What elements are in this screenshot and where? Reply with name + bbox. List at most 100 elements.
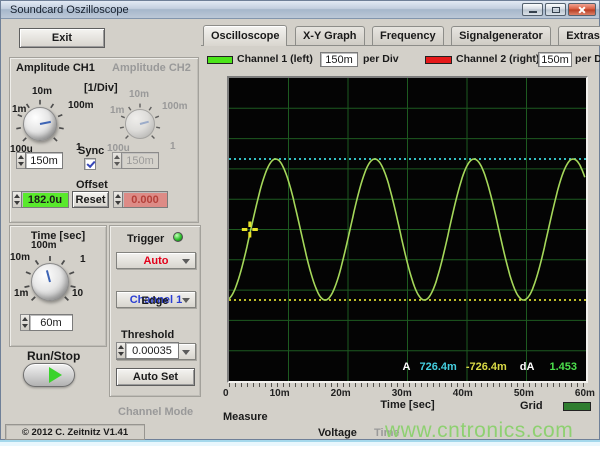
time-value[interactable]: 60m	[29, 314, 73, 331]
window-controls	[522, 3, 596, 16]
exit-button[interactable]: Exit	[19, 28, 105, 48]
minimize-button[interactable]	[522, 3, 543, 16]
spin-up-icon	[115, 194, 121, 199]
chevron-down-icon	[182, 349, 190, 355]
tab-label: Signalgenerator	[459, 30, 543, 42]
channel1-label: Channel 1 (left)	[237, 53, 313, 65]
channel1-per-div-label: per Div	[363, 53, 399, 65]
knob-scale-label: 10	[72, 288, 84, 299]
channel2-scale-field[interactable]: 150m	[538, 52, 572, 67]
x-tick: 40m	[452, 388, 473, 399]
window-title: Soundcard Oszilloscope	[10, 3, 129, 16]
scope-plot[interactable]: A 726.4m -726.4m dA 1.453	[227, 76, 588, 383]
knob-scale-label: 1	[170, 141, 176, 152]
close-button[interactable]	[568, 3, 596, 16]
channel1-scale-field[interactable]: 150m	[320, 52, 358, 67]
knob-scale-label: 10m	[10, 252, 31, 263]
offset-ch2-value[interactable]: 0.000	[122, 191, 168, 208]
channel-mode-label: Channel Mode	[118, 406, 194, 418]
tab-bar: Oscilloscope X-Y Graph Frequency Signalg…	[203, 25, 600, 46]
amplitude-ch1-stepper[interactable]: 150m	[16, 152, 63, 169]
x-tick: 10m	[269, 388, 290, 399]
spin-up-icon	[22, 317, 28, 322]
offset-ch1-stepper[interactable]: 182.0u	[12, 191, 69, 208]
readout-a2-value: -726.4m	[465, 361, 507, 373]
trigger-mode-value: Auto	[143, 254, 169, 267]
offset-ch1-value[interactable]: 182.0u	[21, 191, 69, 208]
tab-label: X-Y Graph	[302, 30, 357, 42]
grid-label: Grid	[520, 400, 543, 412]
threshold-label: Threshold	[121, 329, 175, 341]
spinner-arrows[interactable]	[113, 191, 122, 208]
spin-down-icon	[114, 161, 120, 166]
per-div-unit-label: [1/Div]	[84, 82, 118, 94]
amplitude-ch2-stepper[interactable]: 150m	[112, 152, 159, 169]
knob-scale-label: 1m	[12, 104, 27, 115]
time-knob[interactable]	[22, 254, 78, 310]
knob-ball[interactable]	[31, 263, 69, 301]
knob-scale-label: 10m	[32, 86, 53, 97]
time-groupbox: Time [sec] 1m 10m 100m 1 10 60m	[9, 225, 107, 347]
time-title: Time [sec]	[30, 230, 86, 242]
knob-scale-label: 1m	[14, 288, 29, 299]
sync-checkbox[interactable]	[84, 158, 96, 170]
spin-down-icon	[22, 323, 28, 328]
amplitude-ch1-value[interactable]: 150m	[25, 152, 63, 169]
edge-label: Edge	[141, 295, 169, 307]
amplitude-groupbox: Amplitude CH1 Amplitude CH2 [1/Div] 100u…	[9, 57, 199, 223]
readout-da-label: dA	[519, 361, 535, 373]
threshold-stepper[interactable]: 0.00035	[116, 342, 179, 359]
spinner-arrows[interactable]	[20, 314, 29, 331]
tab-frequency[interactable]: Frequency	[371, 26, 444, 45]
spin-down-icon	[18, 161, 24, 166]
knob-scale-label: 100m	[31, 240, 57, 251]
title-bar[interactable]: Soundcard Oszilloscope	[1, 1, 599, 19]
chevron-down-icon	[182, 258, 190, 264]
spinner-arrows[interactable]	[116, 342, 125, 359]
maximize-icon	[552, 7, 560, 13]
tab-signalgenerator[interactable]: Signalgenerator	[451, 26, 551, 45]
knob-scale-label: 1m	[110, 105, 125, 116]
offset-ch2-stepper[interactable]: 0.000	[113, 191, 168, 208]
spin-up-icon	[14, 194, 20, 199]
app-window: Soundcard Oszilloscope Exit Amplitude CH…	[0, 0, 600, 450]
time-stepper[interactable]: 60m	[20, 314, 73, 331]
amplitude-ch2-title: Amplitude CH2	[112, 62, 191, 74]
tab-label: Extras	[566, 30, 600, 42]
spin-up-icon	[18, 155, 24, 160]
knob-scale-label: 1	[80, 254, 86, 265]
amplitude-ch1-title: Amplitude CH1	[16, 62, 95, 74]
tab-extras[interactable]: Extras	[558, 26, 600, 45]
amplitude-ch2-value[interactable]: 150m	[121, 152, 159, 169]
auto-set-label: Auto Set	[132, 371, 179, 383]
readout-da-value: 1.453	[549, 361, 577, 373]
offset-reset-button[interactable]: Reset	[72, 191, 109, 208]
run-stop-label: Run/Stop	[27, 349, 81, 363]
amplitude-ch2-knob[interactable]	[118, 102, 162, 146]
readout-a1-value: 726.4m	[419, 361, 457, 373]
spinner-arrows[interactable]	[12, 191, 21, 208]
threshold-value[interactable]: 0.00035	[125, 342, 179, 359]
channel2-per-div-label: per Div	[575, 53, 600, 65]
tab-label: Oscilloscope	[211, 30, 280, 42]
knob-scale-label: 100m	[162, 101, 188, 112]
auto-set-button[interactable]: Auto Set	[116, 368, 195, 386]
spinner-arrows[interactable]	[16, 152, 25, 169]
x-axis-tick-labels: 0 10m 20m 30m 40m 50m 60m	[223, 388, 595, 399]
maximize-button[interactable]	[545, 3, 566, 16]
tab-xy-graph[interactable]: X-Y Graph	[294, 26, 365, 45]
run-stop-button[interactable]	[23, 363, 75, 387]
cursor-readout: A 726.4m -726.4m dA 1.453	[403, 361, 577, 373]
knob-scale-label: 100m	[68, 100, 94, 111]
x-axis-ruler	[229, 383, 586, 387]
grid-color-swatch[interactable]	[563, 402, 591, 411]
x-tick: 50m	[513, 388, 534, 399]
exit-button-label: Exit	[51, 32, 73, 44]
tab-oscilloscope[interactable]: Oscilloscope	[203, 25, 288, 46]
offset-label: Offset	[76, 179, 108, 191]
channel2-color-swatch	[425, 56, 452, 64]
trigger-mode-dropdown[interactable]: Auto	[116, 252, 196, 269]
spin-down-icon	[14, 200, 20, 205]
spinner-arrows[interactable]	[112, 152, 121, 169]
readout-a-label: A	[402, 361, 411, 373]
